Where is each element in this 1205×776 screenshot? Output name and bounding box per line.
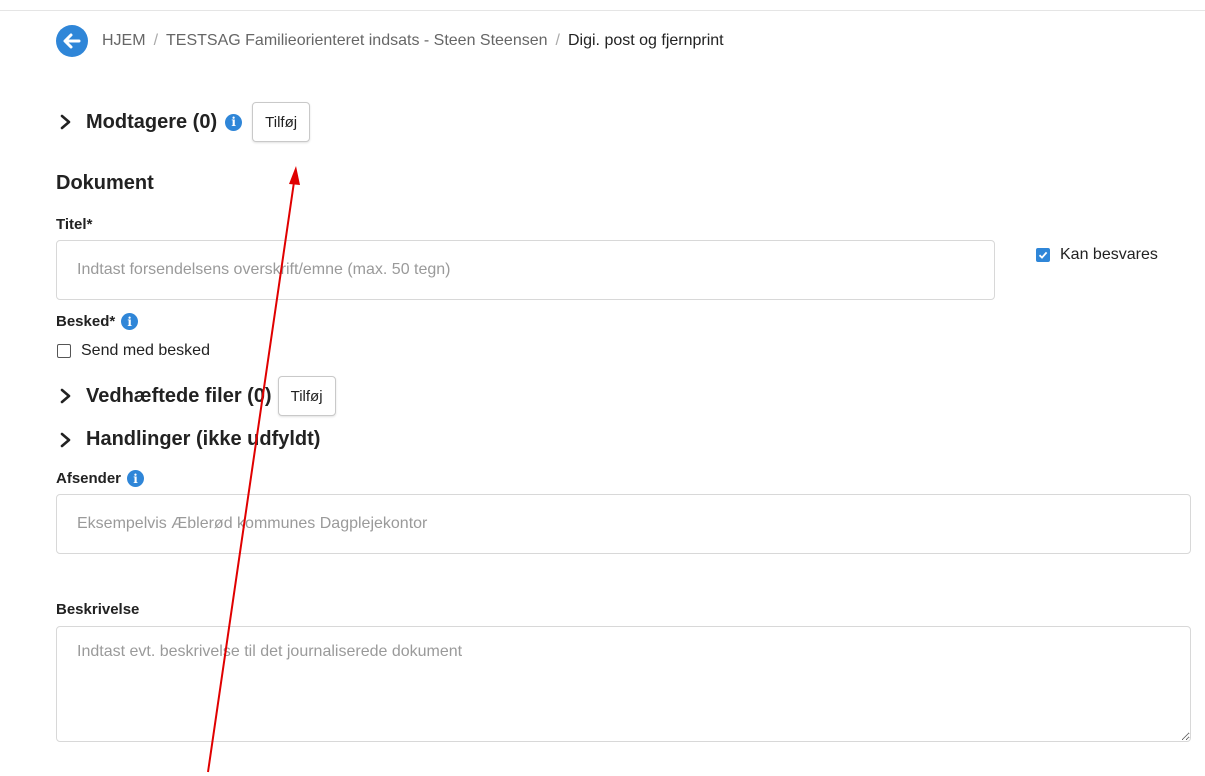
document-heading: Dokument (56, 172, 154, 194)
description-textarea[interactable] (56, 626, 1191, 742)
info-icon[interactable]: i (121, 313, 139, 330)
description-label: Beskrivelse (56, 601, 140, 618)
attachments-section-header: Vedhæftede filer (0) Tilføj (56, 376, 336, 416)
back-arrow-icon[interactable] (56, 25, 88, 57)
breadcrumb-case-link[interactable]: TESTSAG Familieorienteret indsats - Stee… (166, 32, 548, 50)
can-reply-label: Kan besvares (1060, 246, 1158, 263)
add-attachment-button[interactable]: Tilføj (277, 376, 336, 416)
breadcrumb: HJEM / TESTSAG Familieorienteret indsats… (56, 24, 724, 58)
breadcrumb-separator: / (555, 32, 560, 49)
sender-label: Afsender (56, 470, 122, 487)
breadcrumb-separator: / (153, 32, 159, 49)
title-label: Titel* (56, 216, 93, 233)
chevron-right-icon[interactable] (56, 113, 74, 131)
info-icon[interactable]: i (225, 113, 243, 131)
sender-input[interactable] (56, 494, 1191, 554)
actions-section-header: Handlinger (ikke udfyldt) (56, 428, 320, 451)
send-with-message-label: Send med besked (81, 342, 210, 359)
send-with-message-row[interactable]: Send med besked (57, 342, 210, 360)
sender-label-row: Afsender i (56, 470, 145, 487)
checkmark-icon (1038, 251, 1048, 259)
breadcrumb-home-link[interactable]: HJEM (102, 32, 146, 50)
title-input[interactable] (56, 240, 995, 300)
can-reply-checkbox-row[interactable]: Kan besvares (1036, 246, 1158, 264)
info-icon[interactable]: i (127, 470, 145, 487)
chevron-right-icon[interactable] (56, 431, 74, 449)
message-label: Besked* (56, 313, 116, 330)
can-reply-checkbox[interactable] (1036, 248, 1050, 262)
recipients-title[interactable]: Modtagere (0) (86, 111, 217, 134)
message-label-row: Besked* i (56, 313, 139, 330)
recipients-section-header: Modtagere (0) i Tilføj (56, 102, 311, 142)
top-divider (0, 10, 1205, 11)
send-with-message-checkbox[interactable] (57, 344, 71, 358)
chevron-right-icon[interactable] (56, 387, 74, 405)
attachments-title[interactable]: Vedhæftede filer (0) (86, 385, 272, 408)
add-recipient-button[interactable]: Tilføj (252, 102, 311, 142)
breadcrumb-current: Digi. post og fjernprint (567, 32, 724, 49)
actions-title[interactable]: Handlinger (ikke udfyldt) (86, 428, 320, 451)
